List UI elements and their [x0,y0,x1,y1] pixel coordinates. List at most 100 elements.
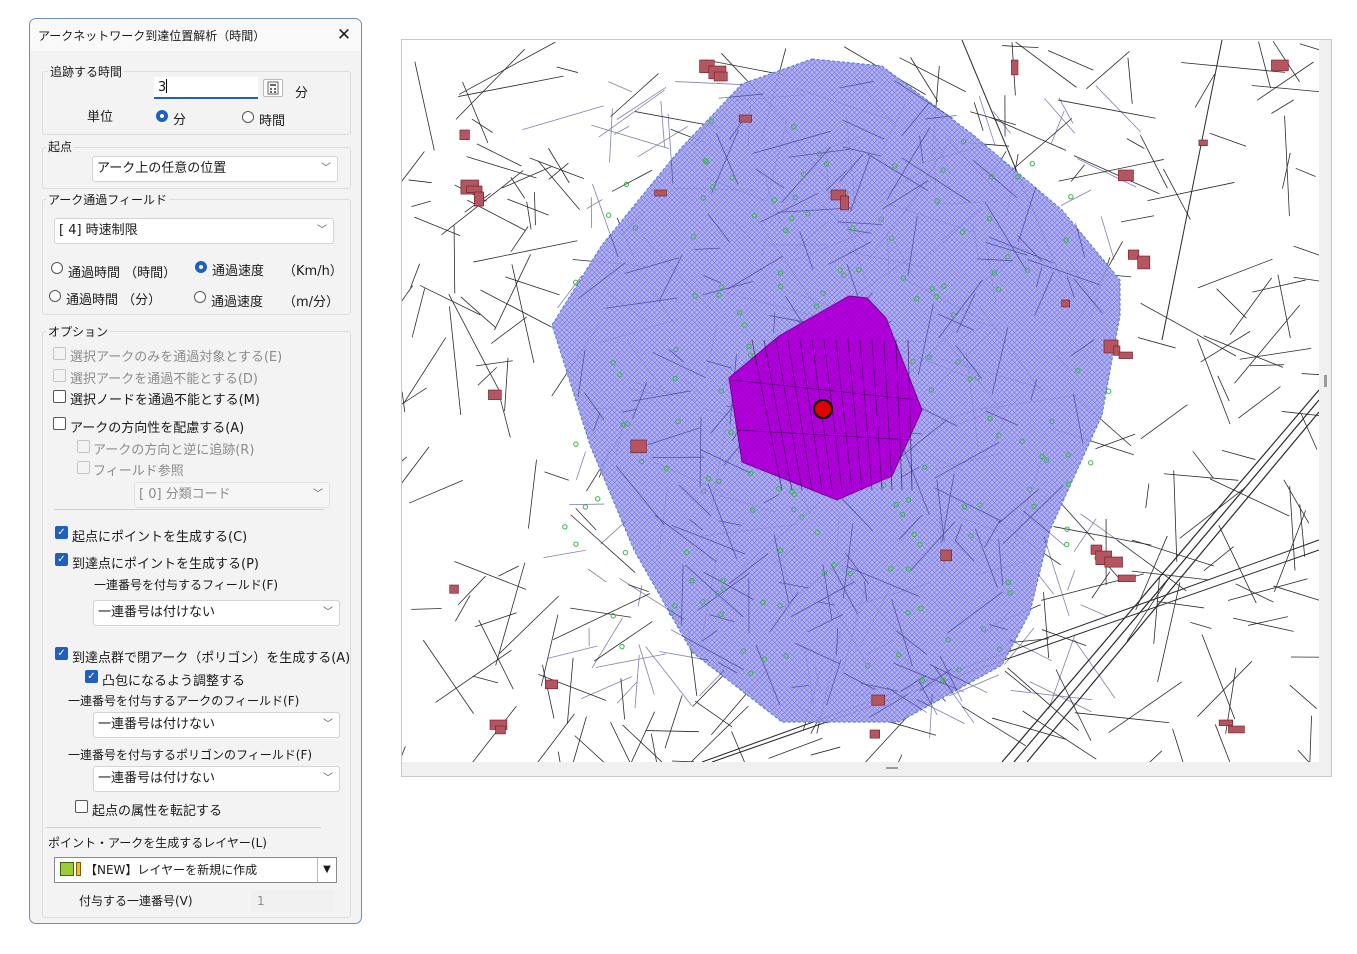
map-canvas[interactable] [402,40,1332,777]
point-at-destinations-checkbox[interactable]: ✓ [55,553,68,566]
time-hours-radio[interactable] [51,262,63,274]
field-reference-checkbox[interactable] [77,461,90,474]
road-segment [1047,50,1094,71]
road-segment [593,621,653,662]
convex-hull-checkbox[interactable]: ✓ [85,670,98,683]
road-segment [1003,118,1073,178]
road-segment [810,746,841,756]
dialog-title: アークネットワーク到達位置解析（時間） [38,29,266,43]
field-reference-select[interactable]: [ 0] 分類コード ﹀ [134,482,330,508]
reach-node [1064,541,1070,548]
road-segment [495,562,526,666]
trace-time-input[interactable]: 3 [154,77,258,99]
road-segment [529,157,584,180]
road-segment [586,199,603,209]
road-segment [1227,578,1308,601]
road-segment [1120,215,1155,223]
road-segment [1157,601,1205,609]
road-segment [1080,513,1120,542]
speed-ms-radio[interactable] [194,291,206,303]
road-segment [522,105,604,131]
road-segment [1073,639,1116,699]
polygon-serial-select[interactable]: 一連番号は付けない ﹀ [93,766,340,792]
consider-direction-checkbox[interactable] [53,417,66,430]
serial-field-select[interactable]: 一連番号は付けない ﹀ [93,600,340,626]
road-segment [1283,479,1310,524]
speed-kmh-radio[interactable] [195,261,207,273]
road-segment [1173,470,1178,562]
layer-select[interactable]: 【NEW】レイヤーを新規に作成 ▼ [54,857,337,883]
road-segment [402,456,407,462]
road-segment [402,285,413,302]
map-scrollbar-thumb[interactable] [1324,375,1327,387]
road-segment [916,699,965,724]
road-segment [1200,331,1251,363]
calculator-icon[interactable] [263,79,283,97]
map-hscroll-track [402,762,1319,776]
road-segment [1192,450,1214,479]
road-segment [591,124,670,150]
building [1218,719,1234,726]
road-segment [575,508,597,531]
road-segment [616,681,638,704]
unit-hour-radio[interactable] [242,111,254,123]
origin-point[interactable] [813,399,833,419]
road-segment [1126,138,1145,149]
road-segment [408,179,432,184]
road-segment [595,653,667,668]
building [1117,574,1136,582]
selected-arcs-blocked-checkbox[interactable] [53,369,66,382]
speed-kmh-unit: （Km/h） [283,264,343,279]
close-icon[interactable]: ✕ [332,23,356,47]
building [738,114,752,123]
reach-node [573,541,579,547]
layer-selected: 【NEW】レイヤーを新規に作成 [85,863,258,877]
serial-start-value: 1 [257,894,265,908]
dropdown-arrow-icon[interactable]: ▼ [317,858,336,882]
time-minutes-radio[interactable] [49,290,61,302]
origin-select[interactable]: アーク上の任意の位置 ﹀ [92,156,338,182]
polygon-from-destinations-checkbox[interactable]: ✓ [55,647,68,660]
selected-arcs-blocked-label: 選択アークを通過不能とする(D) [70,372,258,387]
building [1127,249,1140,260]
road-segment [1197,258,1273,289]
reverse-trace-checkbox[interactable] [77,440,90,453]
selected-arcs-only-checkbox[interactable] [53,347,66,360]
road-segment [646,730,699,733]
building [871,694,886,706]
unit-minute-radio[interactable] [156,110,168,122]
arc-field-select[interactable]: [ 4] 時速制限 ﹀ [54,218,334,244]
road-segment [1037,574,1054,595]
serial-start-input[interactable]: 1 [251,890,335,912]
point-at-origin-checkbox[interactable]: ✓ [55,526,68,539]
chevron-down-icon: ﹀ [323,719,333,730]
road-segment [1239,347,1312,360]
road-segment [1007,667,1079,731]
road-segment [480,289,552,328]
road-segment [672,760,695,763]
road-segment [543,549,586,559]
road-segment [449,306,462,416]
road-segment [505,276,560,296]
road-segment [453,225,456,294]
building [869,729,880,739]
road-segment [1140,302,1237,357]
building [1104,556,1123,568]
road-segment [458,41,556,95]
road-segment [1300,413,1318,450]
dialog-titlebar: アークネットワーク到達位置解析（時間） ✕ [30,19,361,51]
building [840,195,849,211]
road-segment [473,240,578,263]
road-segment [507,198,549,216]
convex-hull-label: 凸包になるよう調整する [102,674,246,689]
road-segment [471,118,493,133]
road-segment [1248,616,1288,626]
arc-serial-select[interactable]: 一連番号は付けない ﹀ [93,712,340,738]
road-segment [1060,189,1092,206]
map-view[interactable] [401,39,1332,777]
map-hscroll-thumb[interactable] [886,767,898,769]
selected-nodes-blocked-checkbox[interactable] [53,390,66,403]
copy-origin-attrs-checkbox[interactable] [75,800,88,813]
road-segment [537,713,575,763]
road-segment [1271,99,1294,114]
